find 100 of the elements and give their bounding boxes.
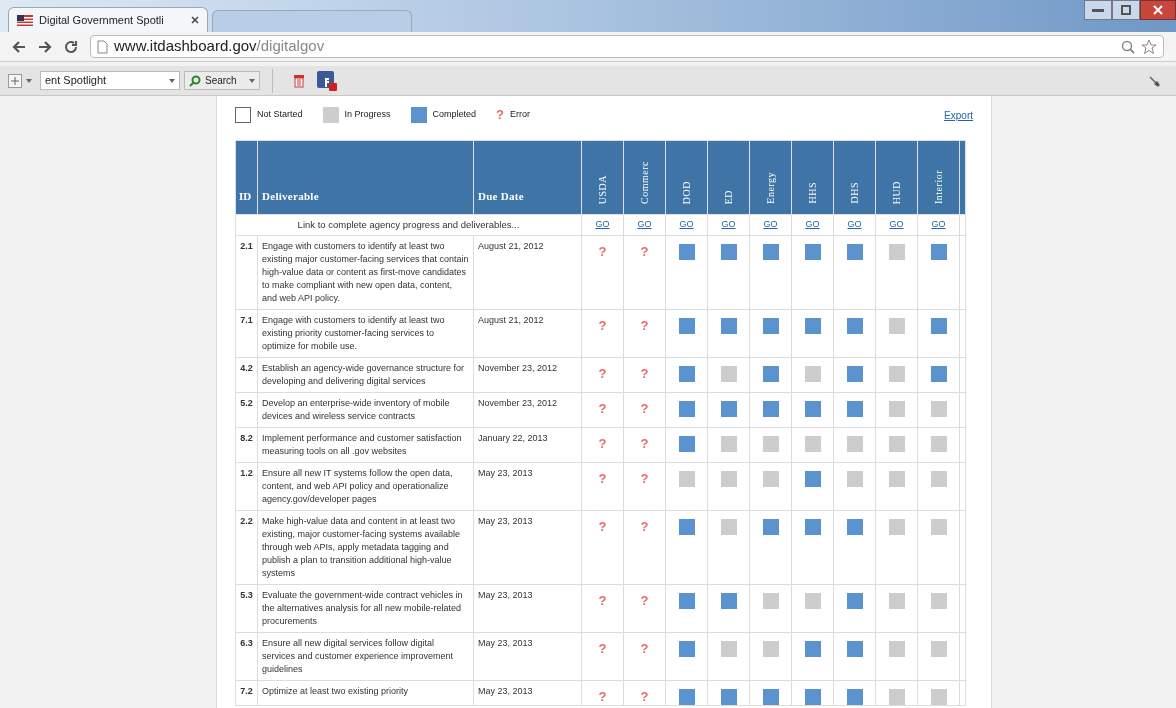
- error-mark: ?: [598, 641, 607, 657]
- agency-header: Energy: [764, 172, 777, 204]
- trash-icon[interactable]: [292, 73, 305, 88]
- wrench-icon[interactable]: [1148, 74, 1160, 87]
- id-cell: 2.2: [240, 516, 253, 526]
- error-mark: ?: [640, 436, 649, 452]
- browser-tab[interactable]: Digital Government Spotli: [8, 7, 208, 32]
- id-cell: 5.3: [240, 590, 253, 600]
- deliverable-cell-text: Optimize at least two existing priority: [262, 685, 410, 698]
- link-row-label: Link to complete agency progress and deliverables...: [297, 218, 520, 230]
- dropdown-arrow-icon[interactable]: [26, 78, 32, 83]
- id-cell: 4.2: [240, 363, 253, 373]
- error-mark: ?: [496, 107, 505, 123]
- forward-icon[interactable]: [38, 39, 52, 54]
- agency-header: ED: [722, 189, 735, 204]
- id-cell: 6.3: [240, 638, 253, 648]
- id-cell: 1.2: [240, 468, 253, 478]
- minimize-button[interactable]: [1084, 0, 1112, 20]
- id-cell: 8.2: [240, 433, 253, 443]
- error-mark: ?: [640, 318, 649, 334]
- error-mark: ?: [640, 641, 649, 657]
- close-window-button[interactable]: [1140, 0, 1176, 20]
- error-mark: ?: [640, 366, 649, 382]
- due-date-cell: August 21, 2012: [478, 241, 544, 251]
- column-header: Deliverable: [257, 140, 474, 215]
- due-date-cell: November 23, 2012: [478, 363, 558, 373]
- add-button[interactable]: [8, 73, 22, 88]
- go-link[interactable]: GO: [595, 219, 610, 230]
- go-link[interactable]: GO: [805, 219, 820, 230]
- close-icon[interactable]: [191, 16, 199, 24]
- dropdown-arrow-icon[interactable]: [169, 78, 175, 83]
- agency-header: Commerc: [638, 161, 651, 204]
- back-icon[interactable]: [12, 39, 26, 54]
- error-mark: ?: [598, 689, 607, 705]
- go-link[interactable]: GO: [637, 219, 652, 230]
- error-mark: ?: [598, 436, 607, 452]
- agency-header: Interior: [932, 170, 945, 204]
- column-header: ID: [235, 140, 258, 215]
- error-mark: ?: [598, 519, 607, 535]
- go-link[interactable]: GO: [847, 219, 862, 230]
- due-date-cell: August 21, 2012: [478, 315, 544, 325]
- column-header: Due Date: [473, 140, 582, 215]
- error-mark: ?: [640, 689, 649, 705]
- error-mark: ?: [640, 519, 649, 535]
- go-link[interactable]: GO: [889, 219, 904, 230]
- search-button[interactable]: Search: [184, 71, 260, 90]
- star-icon[interactable]: [1141, 38, 1157, 55]
- id-cell: 7.2: [240, 686, 253, 696]
- page-icon: [97, 39, 108, 54]
- id-cell: 2.1: [240, 241, 253, 251]
- deliverable-cell-text: Establish an agency-wide governance structure for developing and delivering digital services: [262, 362, 466, 388]
- legend-label: In Progress: [344, 108, 391, 122]
- error-mark: ?: [598, 593, 607, 609]
- deliverable-cell-text: Evaluate the government-wide contract vehicles in the alternatives analysis for all new mobile-related procurements: [262, 589, 464, 628]
- legend-label: Completed: [432, 108, 477, 122]
- deliverable-cell-text: Develop an enterprise-wide inventory of mobile devices and wireless service contracts: [262, 397, 451, 423]
- due-date-cell: May 23, 2013: [478, 638, 533, 648]
- deliverable-cell-text: Engage with customers to identify at least two existing priority customer-facing services to optimize for mobile use.: [262, 314, 446, 353]
- deliverable-cell-text: Make high-value data and content in at least two existing, major customer-facing systems available through web APIs, apply metadata tagging and publish a plan to transition additional high-value systems: [262, 515, 462, 580]
- error-mark: ?: [640, 401, 649, 417]
- agency-header: DOD: [680, 180, 693, 204]
- error-mark: ?: [640, 593, 649, 609]
- deliverable-cell: Engage with customers to identify at least two existing major customer-facing services that contain high-value data or content as first-move candidates to make compliant with new open data, content, and web API policy.: [262, 240, 469, 305]
- error-mark: ?: [598, 401, 607, 417]
- due-date-cell: May 23, 2013: [478, 516, 533, 526]
- export-link[interactable]: Export: [944, 107, 973, 123]
- go-link[interactable]: GO: [721, 219, 736, 230]
- close-icon: [1153, 5, 1163, 15]
- go-link[interactable]: GO: [763, 219, 778, 230]
- error-mark: ?: [640, 244, 649, 260]
- id-cell: 7.1: [240, 315, 253, 325]
- deliverable-cell-text: Implement performance and customer satisfaction measuring tools on all .gov websites: [262, 432, 463, 458]
- flag-icon: [17, 14, 33, 26]
- legend-label: Not Started: [257, 108, 303, 122]
- legend-label: Error: [510, 108, 531, 122]
- deliverable-cell-text: Ensure all new digital services follow digital services and customer experience improvement guidelines: [262, 637, 455, 676]
- maximize-button[interactable]: [1112, 0, 1140, 20]
- toolbar-search-field[interactable]: ent Spotlight: [40, 71, 180, 90]
- go-link[interactable]: GO: [679, 219, 694, 230]
- error-mark: ?: [598, 244, 607, 260]
- social-badge-icon[interactable]: [316, 70, 337, 91]
- error-mark: ?: [640, 471, 649, 487]
- due-date-cell: January 22, 2013: [478, 433, 548, 443]
- agency-header: HUD: [890, 180, 903, 204]
- id-cell: 5.2: [240, 398, 253, 408]
- error-mark: ?: [598, 366, 607, 382]
- go-link[interactable]: GO: [931, 219, 946, 230]
- error-mark: ?: [598, 471, 607, 487]
- due-date-cell: May 23, 2013: [478, 590, 533, 600]
- search-icon[interactable]: [1121, 39, 1135, 54]
- address-field[interactable]: www.itdashboard.gov/digitalgov: [90, 35, 1164, 58]
- agency-header: USDA: [596, 174, 609, 204]
- deliverable-cell-text: Ensure all new IT systems follow the open data, content, and web API policy and operationalize agency.gov/developer pages: [262, 467, 454, 506]
- due-date-cell: November 23, 2012: [478, 398, 558, 408]
- error-mark: ?: [598, 318, 607, 334]
- agency-header: DHS: [848, 182, 861, 204]
- agency-header: HHS: [806, 182, 819, 204]
- caret-icon: [248, 78, 255, 83]
- search-icon: [189, 74, 201, 87]
- reload-icon[interactable]: [64, 39, 78, 54]
